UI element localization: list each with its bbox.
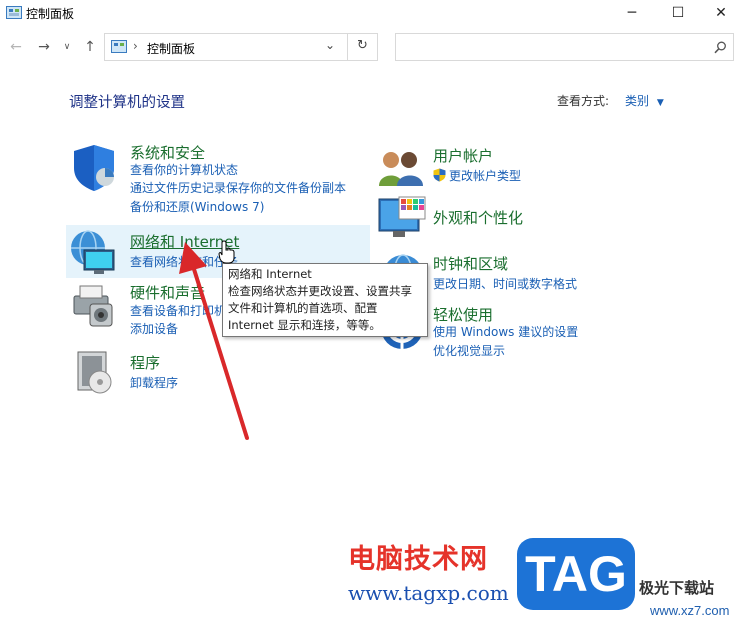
recent-locations-button[interactable]: ∨ [60, 36, 74, 58]
minimize-button[interactable]: ─ [609, 0, 655, 26]
close-icon: ✕ [715, 5, 727, 21]
category-appearance-title[interactable]: 外观和个性化 [433, 207, 523, 228]
maximize-button[interactable]: ☐ [655, 0, 701, 26]
search-icon [714, 41, 726, 54]
hardware-link-add-device[interactable]: 添加设备 [130, 321, 178, 338]
tooltip-line: 文件和计算机的首选项、配置 [228, 301, 378, 315]
maximize-icon: ☐ [671, 5, 685, 21]
title-bar: 控制面板 ─ ☐ ✕ [0, 0, 741, 30]
window-title: 控制面板 [26, 7, 75, 21]
shield-icon [74, 145, 114, 191]
arrow-up-icon: ↑ [84, 39, 96, 55]
tooltip-line: 网络和 Internet [228, 267, 312, 281]
category-users-title[interactable]: 用户帐户 [433, 145, 493, 166]
clock-link-change-date[interactable]: 更改日期、时间或数字格式 [433, 276, 577, 293]
uac-shield-icon [433, 168, 446, 182]
ease-link-recommended[interactable]: 使用 Windows 建议的设置 [433, 324, 578, 341]
up-button[interactable]: ↑ [80, 36, 100, 58]
programs-icon [77, 351, 112, 394]
appearance-monitor-icon [378, 196, 426, 237]
back-button[interactable]: ← [6, 36, 26, 58]
network-globe-icon [71, 230, 115, 274]
category-clock-title[interactable]: 时钟和区域 [433, 253, 508, 274]
arrow-left-icon: ← [10, 39, 22, 55]
security-link-backup[interactable]: 备份和还原(Windows 7) [130, 199, 264, 216]
printer-icon [73, 285, 113, 327]
programs-link-uninstall[interactable]: 卸载程序 [130, 375, 178, 392]
breadcrumb-separator: › [133, 39, 138, 53]
category-programs-title[interactable]: 程序 [130, 352, 160, 373]
control-panel-icon [6, 6, 22, 19]
address-bar[interactable]: › 控制面板 ⌄ ↻ [104, 33, 378, 61]
chevron-down-icon: ∨ [63, 42, 71, 52]
forward-button[interactable]: → [34, 36, 54, 58]
security-link-status[interactable]: 查看你的计算机状态 [130, 162, 238, 179]
watermark-url-2: www.xz7.com [650, 603, 730, 618]
ease-link-visual[interactable]: 优化视觉显示 [433, 343, 505, 360]
arrow-right-icon: → [38, 39, 50, 55]
breadcrumb[interactable]: 控制面板 [147, 40, 195, 57]
watermark-cn-text: 电脑技术网 [348, 544, 488, 575]
address-dropdown-icon[interactable]: ⌄ [325, 38, 335, 52]
close-button[interactable]: ✕ [701, 0, 741, 26]
category-ease-title[interactable]: 轻松使用 [433, 304, 493, 325]
users-link-change-type[interactable]: 更改帐户类型 [449, 168, 521, 185]
watermark-url: www.tagxp.com [348, 581, 509, 605]
divider [347, 34, 348, 60]
view-by-label: 查看方式: [557, 94, 610, 108]
search-input[interactable] [395, 33, 734, 61]
control-panel-icon [111, 40, 127, 53]
tooltip-line: 检查网络状态并更改设置、设置共享 [228, 284, 412, 298]
watermark-tag-logo: TAG [517, 538, 635, 610]
view-by-dropdown[interactable]: 类别 ▼ [625, 92, 664, 109]
minimize-icon: ─ [627, 5, 637, 21]
refresh-icon[interactable]: ↻ [357, 38, 368, 53]
watermark-site-name: 极光下载站 [639, 579, 715, 597]
tooltip-line: Internet 显示和连接，等等。 [228, 318, 381, 332]
view-by-value: 类别 [625, 94, 650, 108]
security-link-file-history[interactable]: 通过文件历史记录保存你的文件备份副本 [130, 180, 346, 197]
annotation-arrow [179, 242, 249, 440]
category-security-title[interactable]: 系统和安全 [130, 142, 205, 163]
users-icon [379, 152, 423, 186]
triangle-down-icon: ▼ [656, 98, 664, 108]
page-title: 调整计算机的设置 [69, 95, 185, 111]
